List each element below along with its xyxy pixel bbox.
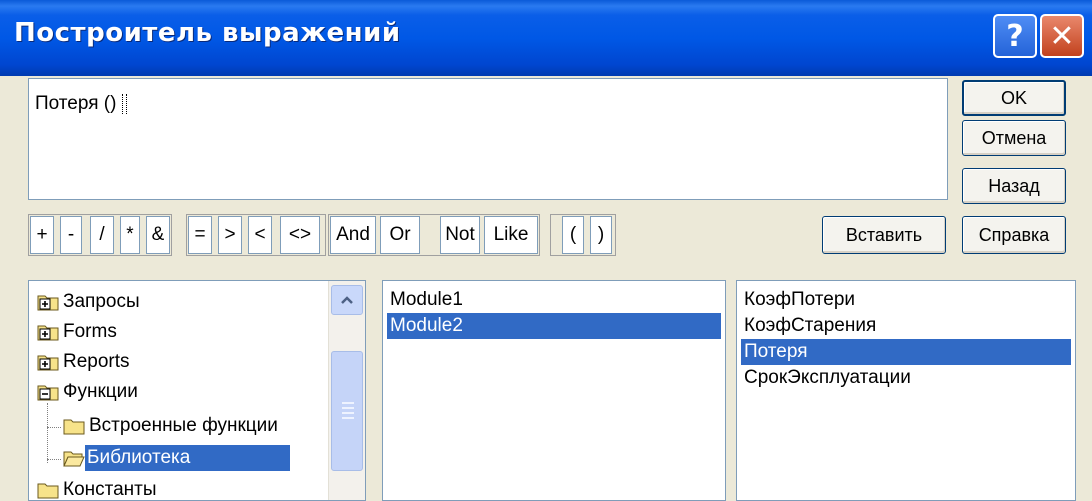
folder-closed-icon [63,419,85,435]
tree-item-forms[interactable]: Forms [37,317,117,347]
operator-button-not[interactable]: Not [440,216,480,254]
tree-item-label: Reports [63,351,130,372]
ok-button[interactable]: OK [962,80,1066,116]
list-item[interactable]: Module2 [387,313,721,339]
operator-button-equals[interactable]: = [188,216,212,254]
tree-item-queries[interactable]: Запросы [37,287,140,317]
thumb-grip [342,402,354,404]
operator-button-like[interactable]: Like [484,216,538,254]
tree-item-label: Встроенные функции [89,415,278,436]
tree-item-label: Forms [63,321,117,342]
tree-item-constants[interactable]: Константы [37,475,157,500]
tree-line-branch-2 [47,459,61,460]
text-caret [121,93,127,114]
folder-closed-icon [37,483,59,499]
list-item[interactable]: КоэфСтарения [741,313,1071,339]
thumb-grip [342,417,354,419]
list-item[interactable]: КоэфПотери [741,287,1071,313]
expression-value: Потеря () [35,93,122,114]
operator-button-plus[interactable]: + [30,216,54,254]
folder-plus-icon [37,325,59,341]
folder-plus-icon [37,355,59,371]
folder-minus-icon [37,385,59,401]
operator-button-or[interactable]: Or [380,216,420,254]
list-item[interactable]: СрокЭксплуатации [741,365,1071,391]
tree-item-library[interactable]: Библиотека [63,443,291,473]
operator-button-open-paren[interactable]: ( [562,216,584,254]
members-list[interactable]: КоэфПотери КоэфСтарения Потеря СрокЭкспл… [736,280,1076,501]
window-title: Построитель выражений [14,18,401,48]
scroll-thumb[interactable] [331,351,363,471]
tree-line-branch-1 [47,427,61,428]
thumb-grip [342,412,354,414]
folder-open-icon [63,451,85,467]
operator-button-not-equal[interactable]: <> [280,216,320,254]
list-item[interactable]: Module1 [387,287,721,313]
tree-item-reports[interactable]: Reports [37,347,130,377]
help-button[interactable]: Справка [962,216,1066,254]
operator-button-and[interactable]: And [330,216,376,254]
tree-item-label: Константы [63,479,157,500]
scroll-up-button[interactable] [331,285,363,315]
tree-line-vertical [47,403,48,463]
expression-input[interactable]: Потеря () [28,78,948,200]
thumb-grip [342,407,354,409]
tree-scrollbar[interactable] [328,281,365,500]
folder-plus-icon [37,295,59,311]
modules-list[interactable]: Module1 Module2 [382,280,726,501]
paste-button[interactable]: Вставить [822,216,946,254]
tree-item-builtin-functions[interactable]: Встроенные функции [63,411,278,441]
chevron-up-icon [341,296,353,304]
list-item[interactable]: Потеря [741,339,1071,365]
back-button[interactable]: Назад [962,168,1066,204]
tree-item-functions[interactable]: Функции [37,377,138,407]
object-tree[interactable]: Запросы Forms Reports Функции Встроенные… [28,280,366,501]
cancel-button[interactable]: Отмена [962,120,1066,156]
question-icon: ? [1006,18,1024,54]
operator-button-multiply[interactable]: * [120,216,140,254]
tree-item-label: Запросы [63,291,140,312]
operator-button-close-paren[interactable]: ) [590,216,612,254]
tree-item-label: Библиотека [85,445,291,471]
operator-button-concat[interactable]: & [146,216,170,254]
operator-button-divide[interactable]: / [90,216,114,254]
operator-button-less[interactable]: < [248,216,272,254]
title-bar: Построитель выражений ? ✕ [0,0,1092,76]
close-button[interactable]: ✕ [1040,14,1084,58]
expression-text: Потеря () [35,93,127,115]
tree-item-label: Функции [63,381,138,402]
help-title-button[interactable]: ? [993,14,1037,58]
operator-button-minus[interactable]: - [60,216,82,254]
operator-button-greater[interactable]: > [218,216,242,254]
close-icon: ✕ [1049,18,1075,54]
